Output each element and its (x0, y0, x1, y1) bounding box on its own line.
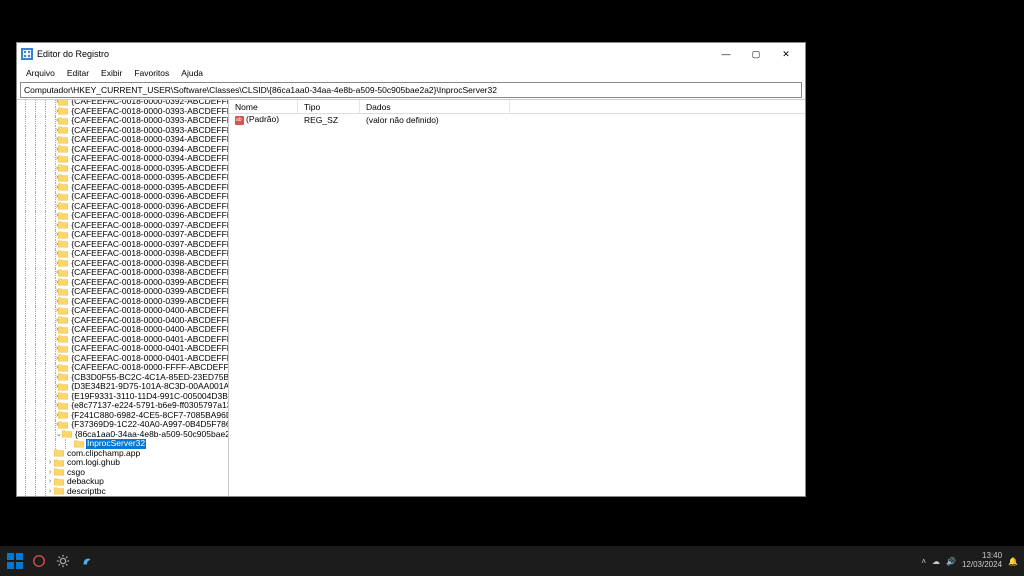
tray-volume-icon[interactable]: 🔊 (946, 557, 956, 566)
folder-icon (58, 212, 68, 220)
menu-arquivo[interactable]: Arquivo (20, 67, 61, 79)
folder-icon (54, 468, 64, 476)
folder-icon (58, 183, 68, 191)
tree-expander-icon[interactable]: › (46, 458, 54, 468)
tree-item[interactable]: ›csgo (17, 468, 228, 478)
menubar: ArquivoEditarExibirFavoritosAjuda (17, 65, 805, 81)
tree-item-label: descriptbc (66, 487, 107, 497)
folder-icon (58, 107, 68, 115)
window-title: Editor do Registro (37, 49, 711, 59)
cell-data: (valor não definido) (360, 115, 510, 125)
folder-icon (58, 117, 68, 125)
list-body: (Padrão)REG_SZ(valor não definido) (229, 114, 805, 125)
content-area: ›{CAFEEFAC-0018-0000-0392-ABCDEFFEDCBC}›… (17, 99, 805, 496)
folder-icon (58, 240, 68, 248)
regedit-window: Editor do Registro — ▢ ✕ ArquivoEditarEx… (16, 42, 806, 497)
folder-icon (58, 288, 68, 296)
folder-icon (58, 354, 68, 362)
address-text: Computador\HKEY_CURRENT_USER\Software\Cl… (24, 85, 497, 95)
folder-icon (58, 307, 68, 315)
tree-item[interactable]: › descriptbc (17, 487, 228, 497)
folder-icon (54, 449, 64, 457)
folder-icon (58, 411, 68, 419)
folder-icon (62, 430, 72, 438)
tree-list: ›{CAFEEFAC-0018-0000-0392-ABCDEFFEDCBC}›… (17, 100, 228, 496)
menu-editar[interactable]: Editar (61, 67, 95, 79)
column-header[interactable]: Tipo (298, 100, 360, 113)
folder-icon (54, 487, 64, 495)
cell-type: REG_SZ (298, 115, 360, 125)
taskbar-clock[interactable]: 13:40 12/03/2024 (962, 552, 1002, 570)
titlebar[interactable]: Editor do Registro — ▢ ✕ (17, 43, 805, 65)
tray-cloud-icon[interactable]: ☁ (932, 557, 940, 566)
tree-panel[interactable]: ›{CAFEEFAC-0018-0000-0392-ABCDEFFEDCBC}›… (17, 100, 229, 496)
tree-item[interactable]: ›com.logi.ghub (17, 458, 228, 468)
tree-item[interactable]: ›debackup (17, 477, 228, 487)
tray-chevron-icon[interactable]: ˄ (921, 557, 926, 566)
list-row[interactable]: (Padrão)REG_SZ(valor não definido) (229, 114, 805, 125)
folder-icon (58, 259, 68, 267)
folder-icon (58, 373, 68, 381)
list-panel[interactable]: NomeTipoDados (Padrão)REG_SZ(valor não d… (229, 100, 805, 496)
taskbar-app-settings[interactable] (54, 552, 72, 570)
folder-icon (58, 164, 68, 172)
folder-icon (58, 100, 68, 106)
cell-name: (Padrão) (229, 114, 298, 124)
menu-exibir[interactable]: Exibir (95, 67, 128, 79)
menu-ajuda[interactable]: Ajuda (175, 67, 209, 79)
folder-icon (58, 155, 68, 163)
folder-icon (58, 174, 68, 182)
tree-expander-icon[interactable]: › (46, 477, 54, 487)
folder-icon (54, 459, 64, 467)
folder-icon (58, 136, 68, 144)
folder-icon (58, 126, 68, 134)
folder-icon (58, 335, 68, 343)
taskbar-app-3[interactable] (78, 552, 96, 570)
folder-icon (74, 440, 84, 448)
column-header[interactable]: Dados (360, 100, 510, 113)
folder-icon (58, 145, 68, 153)
folder-icon (58, 221, 68, 229)
address-bar[interactable]: Computador\HKEY_CURRENT_USER\Software\Cl… (20, 82, 802, 98)
folder-icon (58, 193, 68, 201)
tree-item[interactable]: com.clipchamp.app (17, 449, 228, 459)
taskbar-app-1[interactable] (30, 552, 48, 570)
folder-icon (58, 345, 68, 353)
folder-icon (58, 421, 68, 429)
minimize-button[interactable]: — (711, 45, 741, 63)
app-icon (21, 48, 33, 60)
column-header[interactable]: Nome (229, 100, 298, 113)
menu-favoritos[interactable]: Favoritos (128, 67, 175, 79)
folder-icon (58, 402, 68, 410)
folder-icon (58, 278, 68, 286)
clock-date: 12/03/2024 (962, 561, 1002, 570)
folder-icon (58, 392, 68, 400)
tree-expander-icon[interactable]: › (46, 468, 54, 478)
list-header: NomeTipoDados (229, 100, 805, 114)
folder-icon (58, 269, 68, 277)
taskbar: ˄ ☁ 🔊 13:40 12/03/2024 🔔 (0, 546, 1024, 576)
start-button[interactable] (6, 552, 24, 570)
notification-icon[interactable]: 🔔 (1008, 557, 1018, 566)
folder-icon (58, 326, 68, 334)
reg-string-icon (235, 116, 244, 125)
folder-icon (58, 250, 68, 258)
folder-icon (58, 297, 68, 305)
close-button[interactable]: ✕ (771, 45, 801, 63)
folder-icon (58, 202, 68, 210)
maximize-button[interactable]: ▢ (741, 45, 771, 63)
folder-icon (58, 231, 68, 239)
folder-icon (58, 383, 68, 391)
tree-expander-icon[interactable]: › (46, 487, 54, 497)
folder-icon (54, 478, 64, 486)
folder-icon (58, 364, 68, 372)
folder-icon (58, 316, 68, 324)
